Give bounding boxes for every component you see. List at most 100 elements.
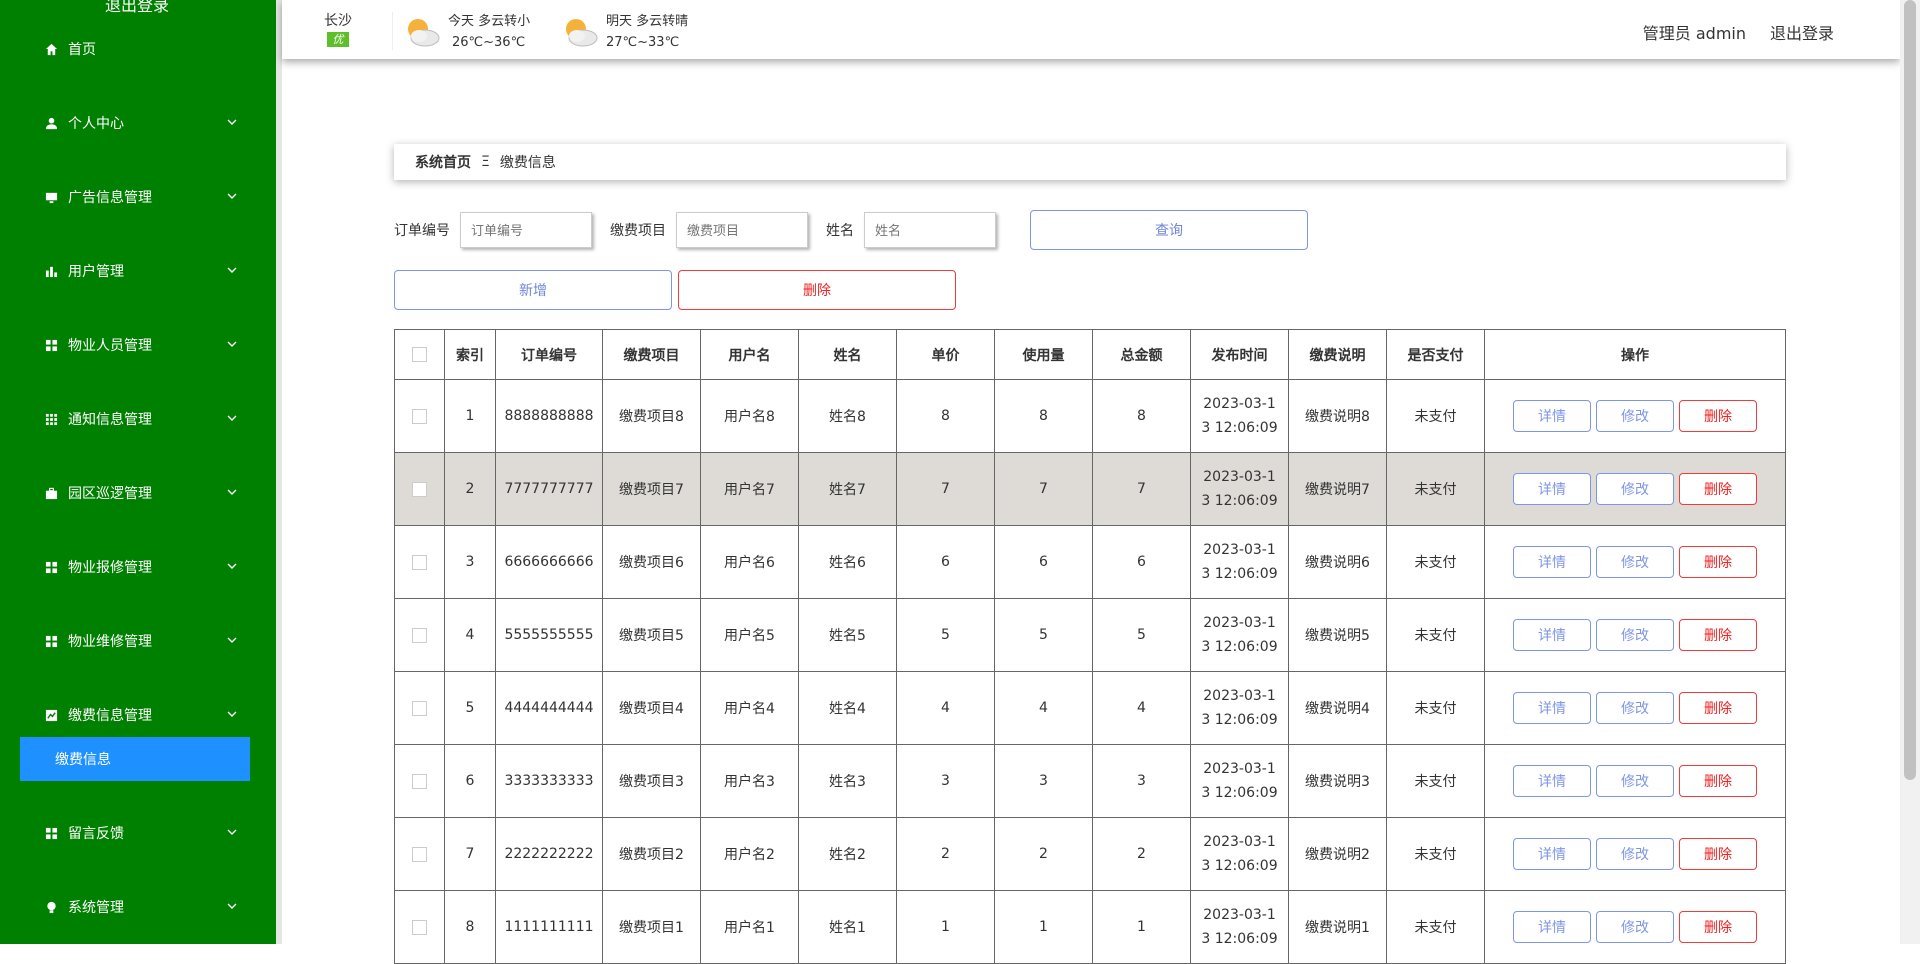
cell-total: 6 bbox=[1092, 525, 1191, 599]
cell-desc: 缴费说明8 bbox=[1288, 379, 1387, 453]
col-header: 缴费项目 bbox=[602, 329, 701, 380]
sidebar-item-users[interactable]: 用户管理 bbox=[0, 251, 276, 291]
name-input[interactable] bbox=[864, 212, 996, 248]
sidebar-item-notice[interactable]: 通知信息管理 bbox=[0, 399, 276, 439]
sidebar-item-ads[interactable]: 广告信息管理 bbox=[0, 177, 276, 217]
delete-button[interactable]: 删除 bbox=[1679, 473, 1757, 505]
sidebar-item-home[interactable]: 首页 bbox=[0, 29, 276, 69]
detail-button[interactable]: 详情 bbox=[1513, 400, 1591, 432]
top-bar: 长沙 优 今天 多云转小 26℃~36℃ 明天 多云转晴 27℃~33℃ 管理员… bbox=[282, 0, 1900, 59]
row-checkbox[interactable] bbox=[412, 773, 427, 789]
edit-button[interactable]: 修改 bbox=[1596, 692, 1674, 724]
bulb-icon bbox=[44, 900, 58, 914]
col-header: 使用量 bbox=[994, 329, 1093, 380]
delete-button[interactable]: 删除 bbox=[1679, 619, 1757, 651]
sidebar-item-staff[interactable]: 物业人员管理 bbox=[0, 325, 276, 365]
detail-button[interactable]: 详情 bbox=[1513, 546, 1591, 578]
delete-button[interactable]: 删除 bbox=[1679, 546, 1757, 578]
cell-name: 姓名5 bbox=[798, 598, 897, 672]
table-header-row: 索引 订单编号 缴费项目 用户名 姓名 单价 使用量 总金额 发布时间 缴费说明… bbox=[394, 329, 1786, 380]
chevron-down-icon bbox=[227, 341, 237, 347]
sidebar-item-feedback[interactable]: 留言反馈 bbox=[0, 813, 276, 853]
detail-button[interactable]: 详情 bbox=[1513, 473, 1591, 505]
monitor-icon bbox=[44, 190, 58, 204]
breadcrumb-home[interactable]: 系统首页 bbox=[415, 152, 471, 172]
detail-button[interactable]: 详情 bbox=[1513, 619, 1591, 651]
sidebar-item-label: 物业报修管理 bbox=[68, 560, 152, 576]
sidebar-item-label: 广告信息管理 bbox=[68, 190, 152, 206]
chevron-down-icon bbox=[227, 415, 237, 421]
cell-user: 用户名3 bbox=[700, 744, 799, 818]
edit-button[interactable]: 修改 bbox=[1596, 838, 1674, 870]
aqi-badge: 优 bbox=[327, 32, 349, 47]
cell-time-cell: 2023-03-13 12:06:09 bbox=[1190, 452, 1289, 526]
edit-button[interactable]: 修改 bbox=[1596, 473, 1674, 505]
row-checkbox[interactable] bbox=[412, 481, 427, 497]
cell-total: 7 bbox=[1092, 452, 1191, 526]
cell-time-cell: 2023-03-13 12:06:09 bbox=[1190, 817, 1289, 891]
cell-time: 2023-03-13 12:06:09 bbox=[1201, 469, 1278, 509]
sidebar-edge bbox=[276, 0, 282, 944]
row-checkbox[interactable] bbox=[412, 919, 427, 935]
cell-desc: 缴费说明6 bbox=[1288, 525, 1387, 599]
delete-button[interactable]: 删除 bbox=[1679, 692, 1757, 724]
sidebar-item-label: 通知信息管理 bbox=[68, 412, 152, 428]
payment-table: 索引 订单编号 缴费项目 用户名 姓名 单价 使用量 总金额 发布时间 缴费说明… bbox=[394, 329, 1786, 964]
batch-delete-button[interactable]: 删除 bbox=[678, 270, 956, 310]
sidebar-item-personal[interactable]: 个人中心 bbox=[0, 103, 276, 143]
cell-idx: 5 bbox=[444, 671, 496, 745]
delete-button[interactable]: 删除 bbox=[1679, 838, 1757, 870]
delete-button[interactable]: 删除 bbox=[1679, 911, 1757, 943]
row-checkbox[interactable] bbox=[412, 700, 427, 716]
chart-icon bbox=[44, 708, 58, 722]
search-form: 订单编号 缴费项目 姓名 bbox=[394, 209, 1014, 251]
query-button[interactable]: 查询 bbox=[1030, 210, 1308, 250]
sidebar-item-maintenance[interactable]: 物业维修管理 bbox=[0, 621, 276, 661]
cell-actions: 详情 修改 删除 bbox=[1484, 744, 1786, 818]
detail-button[interactable]: 详情 bbox=[1513, 838, 1591, 870]
row-checkbox[interactable] bbox=[412, 627, 427, 643]
col-header: 姓名 bbox=[798, 329, 897, 380]
col-header: 用户名 bbox=[700, 329, 799, 380]
order-number-input[interactable] bbox=[460, 212, 592, 248]
sidebar-item-label: 留言反馈 bbox=[68, 826, 124, 842]
cell-name: 姓名8 bbox=[798, 379, 897, 453]
briefcase-icon bbox=[44, 486, 58, 500]
scrollbar-thumb[interactable] bbox=[1904, 0, 1916, 780]
logout-link[interactable]: 退出登录 bbox=[1770, 20, 1834, 44]
sidebar-item-label: 园区巡逻管理 bbox=[68, 486, 152, 502]
cell-user: 用户名7 bbox=[700, 452, 799, 526]
edit-button[interactable]: 修改 bbox=[1596, 619, 1674, 651]
sidebar-item-system[interactable]: 系统管理 bbox=[0, 887, 276, 927]
sidebar-item-payment[interactable]: 缴费信息管理 bbox=[0, 695, 276, 735]
sidebar-top-logout[interactable]: 退出登录 bbox=[105, 0, 169, 16]
edit-button[interactable]: 修改 bbox=[1596, 765, 1674, 797]
row-checkbox[interactable] bbox=[412, 554, 427, 570]
edit-button[interactable]: 修改 bbox=[1596, 911, 1674, 943]
add-button[interactable]: 新增 bbox=[394, 270, 672, 310]
delete-button[interactable]: 删除 bbox=[1679, 765, 1757, 797]
breadcrumb: 系统首页 Ξ 缴费信息 bbox=[394, 144, 1786, 180]
detail-button[interactable]: 详情 bbox=[1513, 692, 1591, 724]
col-header: 操作 bbox=[1484, 329, 1786, 380]
cell-idx: 2 bbox=[444, 452, 496, 526]
detail-button[interactable]: 详情 bbox=[1513, 911, 1591, 943]
edit-button[interactable]: 修改 bbox=[1596, 546, 1674, 578]
cell-user: 用户名8 bbox=[700, 379, 799, 453]
row-checkbox[interactable] bbox=[412, 846, 427, 862]
edit-button[interactable]: 修改 bbox=[1596, 400, 1674, 432]
sidebar-item-patrol[interactable]: 园区巡逻管理 bbox=[0, 473, 276, 513]
select-all-checkbox[interactable] bbox=[412, 347, 427, 362]
delete-button[interactable]: 删除 bbox=[1679, 400, 1757, 432]
sidebar-subitem-payment-info[interactable]: 缴费信息 bbox=[20, 737, 250, 781]
payment-item-input[interactable] bbox=[676, 212, 808, 248]
cell-user: 用户名4 bbox=[700, 671, 799, 745]
grid-icon bbox=[44, 826, 58, 840]
cell-actions: 详情 修改 删除 bbox=[1484, 452, 1786, 526]
cell-name: 姓名6 bbox=[798, 525, 897, 599]
detail-button[interactable]: 详情 bbox=[1513, 765, 1591, 797]
sidebar-item-repair-report[interactable]: 物业报修管理 bbox=[0, 547, 276, 587]
row-checkbox[interactable] bbox=[412, 408, 427, 424]
page-scrollbar[interactable] bbox=[1900, 0, 1920, 944]
row-select-cell bbox=[394, 598, 445, 672]
